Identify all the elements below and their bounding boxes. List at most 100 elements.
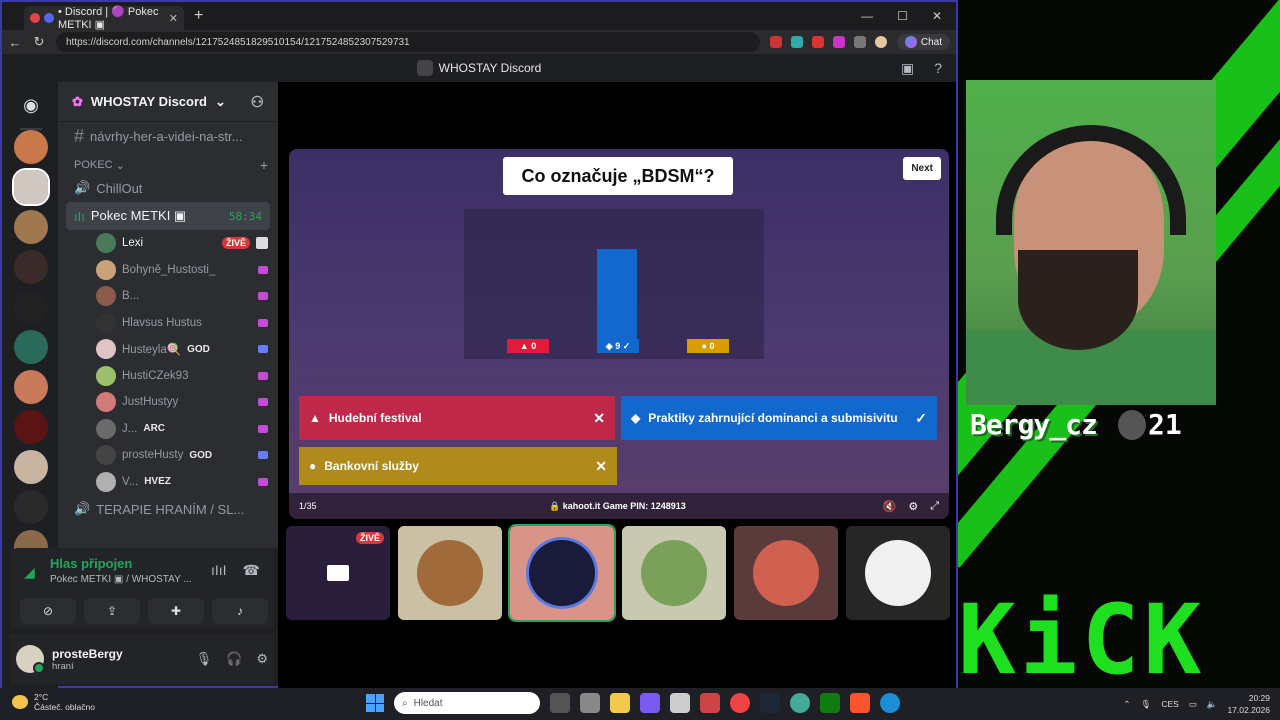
activities-button[interactable]: ✚ <box>148 598 204 624</box>
voice-member[interactable]: J... ARC <box>58 416 278 443</box>
server-icon[interactable] <box>14 290 48 324</box>
language-indicator[interactable]: CES <box>1161 699 1178 709</box>
app-icon[interactable] <box>580 693 600 713</box>
back-icon[interactable]: ← <box>8 35 22 50</box>
temperature: 2°C <box>34 692 49 702</box>
chrome-icon[interactable] <box>790 693 810 713</box>
extension-icon[interactable] <box>769 36 782 48</box>
reload-icon[interactable]: ↻ <box>32 34 46 50</box>
voice-channel-chillout[interactable]: 🔊 ChillOut <box>66 174 270 202</box>
voice-member[interactable]: JustHustyy <box>58 389 278 416</box>
inbox-icon[interactable]: ▣ <box>901 60 914 77</box>
voice-member[interactable]: Hlavsus Hustus <box>58 310 278 337</box>
maximize-button[interactable]: ☐ <box>897 9 908 23</box>
server-icon[interactable] <box>14 410 48 444</box>
participant-tile[interactable] <box>622 526 726 620</box>
voice-channel-active[interactable]: ıIı Pokec METKI ▣ 58:34 <box>66 202 270 230</box>
avatar <box>96 233 116 254</box>
edge-icon[interactable] <box>880 693 900 713</box>
server-icon[interactable] <box>14 450 48 484</box>
gear-icon[interactable]: ⚙ <box>256 651 268 667</box>
profile-icon[interactable] <box>874 36 887 48</box>
voice-channel-path[interactable]: Pokec METKI ▣ / WHOSTAY ... <box>50 574 192 585</box>
noise-suppression-icon[interactable]: ıIıI <box>211 562 227 579</box>
avatar <box>529 540 595 606</box>
screen-share-button[interactable]: ⇪ <box>84 598 140 624</box>
fullscreen-icon[interactable]: ⤢ <box>930 500 939 513</box>
participant-tile[interactable] <box>398 526 502 620</box>
new-tab-button[interactable]: + <box>194 7 203 25</box>
voice-member[interactable]: B... <box>58 283 278 310</box>
obs-icon[interactable] <box>730 693 750 713</box>
app-icon[interactable] <box>700 693 720 713</box>
file-explorer-icon[interactable] <box>610 693 630 713</box>
close-tab-icon[interactable]: ✕ <box>169 12 178 25</box>
server-icon[interactable] <box>14 210 48 244</box>
app-icon[interactable] <box>670 693 690 713</box>
server-icon[interactable] <box>14 250 48 284</box>
microphone-icon[interactable]: 🎙 <box>1141 699 1152 710</box>
voice-member[interactable]: Bohyně_Hustosti_ <box>58 257 278 284</box>
weather-widget[interactable]: 2°C Částeč. oblačno <box>12 692 95 712</box>
participant-tile[interactable] <box>734 526 838 620</box>
voice-member[interactable]: Lexi ŽIVĚ <box>58 230 278 257</box>
close-window-button[interactable]: ✕ <box>932 9 942 23</box>
copilot-chat-button[interactable]: Chat <box>896 34 950 50</box>
clock[interactable]: 20:29 17.02.2026 <box>1227 692 1270 716</box>
kahoot-screen[interactable]: Co označuje „BDSM“? Next ▲ 0 ◆ 9 ✓ ● 0 ▲… <box>289 149 949 519</box>
gear-icon[interactable]: ⚙ <box>908 500 918 513</box>
mute-icon[interactable]: 🔇 <box>883 500 897 513</box>
server-header[interactable]: ✿ WHOSTAY Discord ⌄ ⚇ <box>58 82 278 122</box>
voice-member[interactable]: prosteHusty GOD <box>58 442 278 469</box>
participant-tile[interactable] <box>846 526 950 620</box>
microphone-icon[interactable]: 🎙 <box>196 651 213 667</box>
help-icon[interactable]: ? <box>934 60 942 77</box>
answer-option[interactable]: ● Bankovní služby ✕ <box>299 447 617 485</box>
url-field[interactable]: https://discord.com/channels/12175248518… <box>56 32 760 52</box>
soundboard-button[interactable]: ♪ <box>212 598 268 624</box>
settings-app-icon[interactable] <box>550 693 570 713</box>
steam-icon[interactable] <box>760 693 780 713</box>
tab-title: • Discord | 🟣 Pokec METKI ▣ <box>58 6 159 31</box>
text-channel[interactable]: # návrhy-her-a-videi-na-str... <box>58 122 278 150</box>
webcam-person <box>1018 250 1138 350</box>
server-icon[interactable] <box>12 168 50 206</box>
streamer-name: Bergy_cz <box>970 408 1098 441</box>
voice-status[interactable]: Hlas připojen <box>50 556 132 571</box>
extension-icon[interactable] <box>832 36 845 48</box>
avatar[interactable] <box>16 645 45 674</box>
category-pokec[interactable]: POKEC ⌄ + <box>58 156 278 174</box>
server-icon[interactable] <box>14 370 48 404</box>
xbox-icon[interactable] <box>820 693 840 713</box>
server-icon[interactable] <box>14 130 48 164</box>
answer-option[interactable]: ▲ Hudební festival ✕ <box>299 396 615 440</box>
extension-icon[interactable] <box>790 36 803 48</box>
chevron-up-icon[interactable]: ⌃ <box>1123 699 1130 710</box>
browser-tab[interactable]: • Discord | 🟣 Pokec METKI ▣ ✕ <box>24 6 184 31</box>
minimize-button[interactable]: — <box>861 9 873 23</box>
invite-icon[interactable]: ⚇ <box>251 93 264 111</box>
start-icon[interactable] <box>366 694 384 712</box>
brave-icon[interactable] <box>850 693 870 713</box>
volume-icon[interactable]: 🔈 <box>1207 699 1218 710</box>
extension-icon[interactable] <box>811 36 824 48</box>
app-icon[interactable] <box>640 693 660 713</box>
stream-tile[interactable]: ŽIVĚ <box>286 526 390 620</box>
network-icon[interactable]: ▭ <box>1189 699 1197 710</box>
extension-icon[interactable] <box>853 36 866 48</box>
participant-tile[interactable] <box>508 524 616 622</box>
server-icon[interactable] <box>14 490 48 524</box>
disconnect-icon[interactable]: ☎ <box>243 562 260 579</box>
server-icon[interactable] <box>14 330 48 364</box>
camera-off-button[interactable]: ⊘ <box>20 598 76 624</box>
voice-member[interactable]: V... HVEZ <box>58 469 278 496</box>
discord-home-icon[interactable]: ◉ <box>16 90 46 120</box>
add-channel-icon[interactable]: + <box>260 157 268 173</box>
next-button[interactable]: Next <box>903 157 941 180</box>
answer-option[interactable]: ◆ Praktiky zahrnující dominanci a submis… <box>621 396 937 440</box>
voice-channel-terapie[interactable]: 🔊 TERAPIE HRANÍM / SL... <box>66 495 270 523</box>
voice-member[interactable]: Husteyla🍭 GOD <box>58 336 278 363</box>
headphones-icon[interactable]: 🎧 <box>226 651 242 667</box>
taskbar-search[interactable]: ⌕ Hledat <box>394 692 540 714</box>
voice-member[interactable]: HustiCZek93 <box>58 363 278 390</box>
